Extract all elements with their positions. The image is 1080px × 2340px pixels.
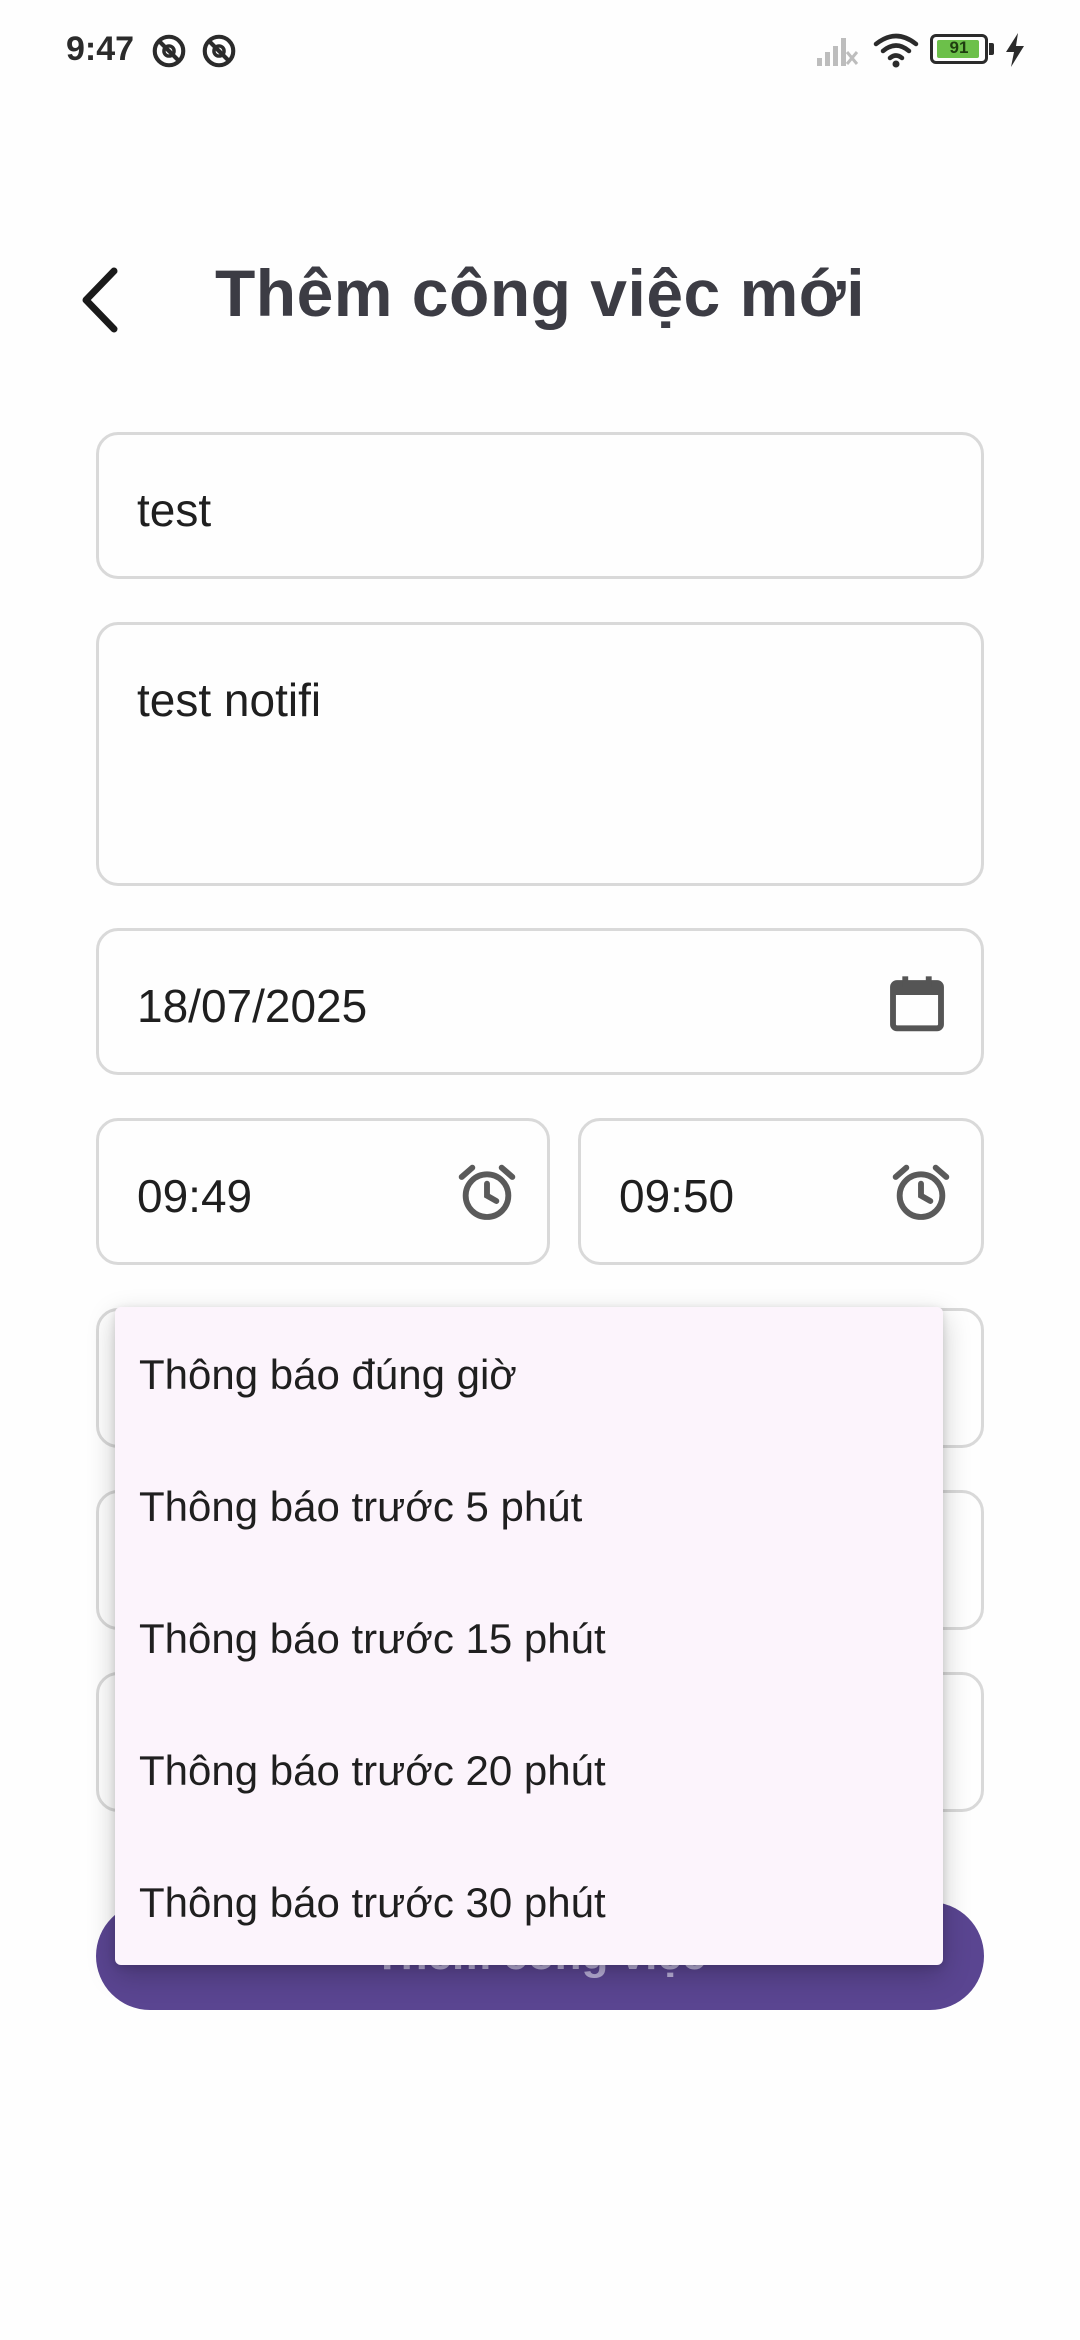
reminder-option[interactable]: Thông báo đúng giờ [115,1307,943,1439]
reminder-option-label: Thông báo trước 30 phút [139,1879,606,1926]
add-task-screen: 9:47 91 Thêm công việc mới test test not… [0,0,1080,2340]
status-bar: 9:47 91 [0,0,1080,100]
start-time-value: 09:49 [137,1170,253,1222]
battery-icon: 91 [930,32,996,66]
alarm-clock-icon[interactable] [455,1161,519,1225]
reminder-option-label: Thông báo trước 20 phút [139,1747,606,1794]
task-title-input[interactable]: test [96,432,984,579]
wifi-icon [873,33,919,68]
reminder-option[interactable]: Thông báo trước 20 phút [115,1703,943,1835]
battery-level: 91 [949,38,969,57]
page-title: Thêm công việc mới [214,256,866,330]
start-time-field[interactable]: 09:49 [96,1118,550,1265]
reminder-option[interactable]: Thông báo trước 5 phút [115,1439,943,1571]
blocked-notification-icon [202,34,236,68]
charging-bolt-icon [1006,33,1024,67]
chevron-left-icon [82,267,118,333]
date-value: 18/07/2025 [137,980,368,1032]
reminder-option[interactable]: Thông báo trước 30 phút [115,1835,943,1967]
task-description-input[interactable]: test notifi [96,622,984,886]
blocked-notification-icon [152,34,186,68]
back-button[interactable] [70,262,130,338]
end-time-value: 09:50 [619,1170,735,1222]
task-title-value: test [137,484,212,536]
reminder-option-label: Thông báo trước 5 phút [139,1483,583,1530]
reminder-option-label: Thông báo đúng giờ [139,1351,517,1398]
task-description-value: test notifi [137,674,322,726]
alarm-clock-icon[interactable] [889,1161,953,1225]
end-time-field[interactable]: 09:50 [578,1118,984,1265]
date-field[interactable]: 18/07/2025 [96,928,984,1075]
reminder-option[interactable]: Thông báo trước 15 phút [115,1571,943,1703]
signal-off-icon [817,38,859,66]
reminder-option-label: Thông báo trước 15 phút [139,1615,606,1662]
calendar-icon[interactable] [885,971,949,1035]
reminder-dropdown-menu: Thông báo đúng giờ Thông báo trước 5 phú… [115,1307,943,1965]
status-time: 9:47 [66,30,135,68]
